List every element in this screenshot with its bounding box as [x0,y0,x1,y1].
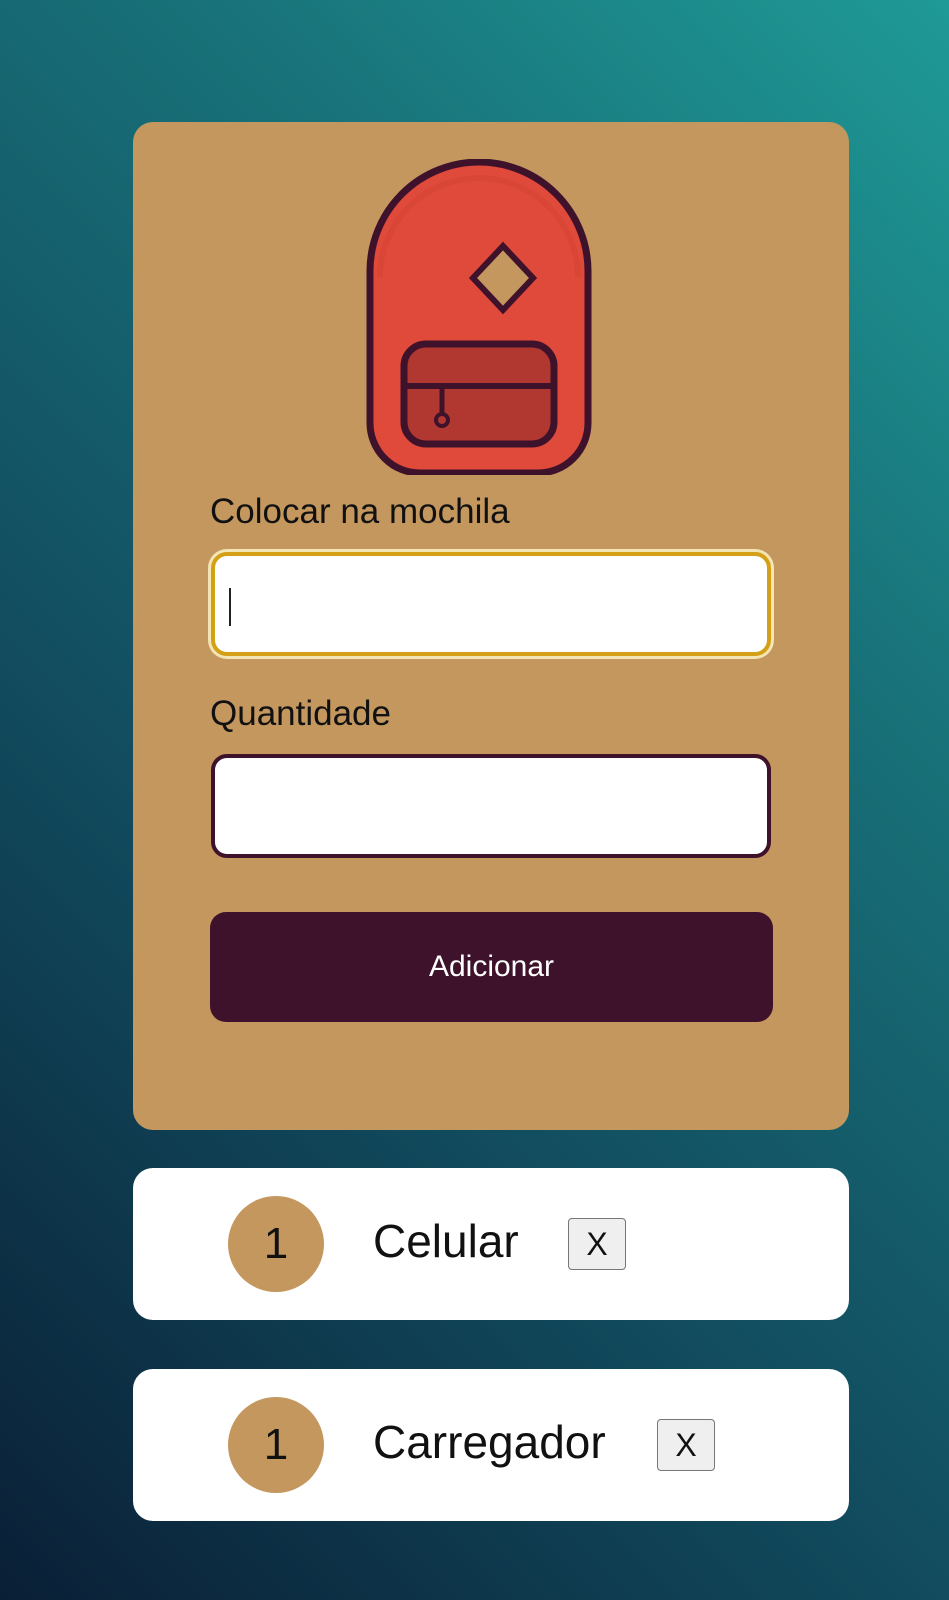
item-name: Celular [373,1215,519,1267]
remove-button[interactable]: X [657,1419,715,1471]
quantity-badge: 1 [228,1196,324,1292]
add-item-card: Colocar na mochila Quantidade Adicionar [133,122,849,1130]
add-button[interactable]: Adicionar [210,912,773,1022]
list-item: 1 Carregador X [133,1369,849,1521]
quantity-badge: 1 [228,1397,324,1493]
backpack-icon [366,159,592,475]
quantity-label: Quantidade [210,694,391,733]
text-caret [229,588,231,626]
item-name: Carregador [373,1416,606,1468]
remove-button[interactable]: X [568,1218,626,1270]
item-label: Colocar na mochila [210,492,510,531]
item-input[interactable] [211,552,771,656]
quantity-input[interactable] [211,754,771,858]
list-item: 1 Celular X [133,1168,849,1320]
